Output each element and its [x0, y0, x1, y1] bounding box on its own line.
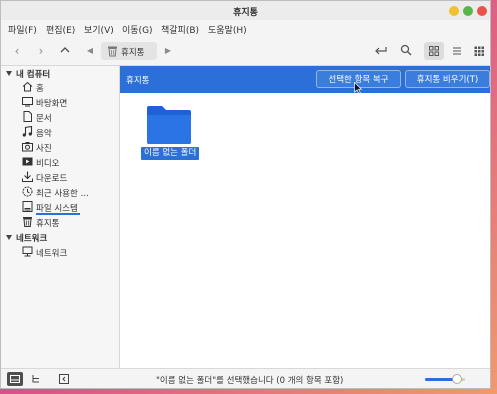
- up-icon[interactable]: [58, 44, 72, 58]
- path-right-icon[interactable]: ▶: [161, 44, 175, 58]
- section-label: 네트워크: [16, 234, 48, 244]
- trash-bar-label: 휴지통: [126, 76, 150, 86]
- recent-icon: [22, 186, 33, 197]
- drive-icon: [22, 201, 33, 212]
- music-icon: [22, 126, 33, 137]
- menu-bookmarks[interactable]: 책갈피(B): [161, 23, 199, 36]
- toggle-location-icon[interactable]: [374, 44, 388, 58]
- mouse-cursor-icon: [354, 82, 362, 94]
- minimize-button[interactable]: [449, 6, 459, 16]
- expand-triangle-icon: [6, 235, 12, 240]
- document-icon: [23, 111, 32, 122]
- title-bar[interactable]: 휴지통: [1, 1, 490, 20]
- location-label: 휴지통: [121, 48, 145, 58]
- list-view-icon: [453, 47, 461, 55]
- sidebar-item-label: 최근 사용한 …: [36, 189, 90, 199]
- trash-info-bar: 휴지통 선택한 항목 복구 휴지통 비우기(T): [120, 66, 490, 93]
- sidebar-section-my-computer[interactable]: 내 컴퓨터: [6, 68, 50, 80]
- icon-view-button[interactable]: [424, 42, 444, 60]
- list-view-button[interactable]: [447, 42, 467, 60]
- section-label: 내 컴퓨터: [16, 70, 51, 80]
- empty-trash-button[interactable]: 휴지통 비우기(T): [405, 70, 490, 88]
- menu-file[interactable]: 파일(F): [8, 23, 37, 36]
- trash-icon: [108, 46, 117, 57]
- sidebar-section-network[interactable]: 네트워크: [6, 232, 47, 244]
- compact-view-button[interactable]: [469, 42, 489, 60]
- menu-view[interactable]: 보기(V): [84, 23, 114, 36]
- menu-go[interactable]: 이동(G): [122, 23, 153, 36]
- home-icon: [22, 81, 33, 92]
- video-icon: [22, 157, 33, 166]
- grid-view-icon: [429, 46, 439, 56]
- trash-icon: [23, 217, 32, 227]
- status-bar: "이름 없는 폴더"를 선택했습니다 (0 개의 항목 포함): [1, 368, 490, 388]
- path-left-icon[interactable]: ◀: [83, 44, 97, 58]
- sidebar-item-label: 비디오: [36, 159, 60, 169]
- folder-icon: [147, 106, 191, 144]
- disk-usage-bar: [36, 213, 80, 215]
- sidebar-item-label: 사진: [36, 144, 52, 154]
- sidebar-item-label: 휴지통: [36, 219, 60, 229]
- close-button[interactable]: [477, 6, 487, 16]
- sidebar-places-toggle[interactable]: [7, 372, 23, 386]
- sidebar: 내 컴퓨터 홈 바탕화면 문서 음악 사진 비디오 다운로드 최근 사용한 … …: [1, 66, 120, 368]
- sidebar-item-label: 문서: [36, 114, 52, 124]
- zoom-slider[interactable]: [425, 374, 465, 384]
- collapse-icon: [59, 374, 69, 384]
- sidebar-item-label: 바탕화면: [36, 99, 68, 109]
- menu-help[interactable]: 도움말(H): [208, 23, 247, 36]
- camera-icon: [22, 142, 33, 152]
- menu-bar: 파일(F) 편집(E) 보기(V) 이동(G) 책갈피(B) 도움말(H): [1, 20, 490, 37]
- expand-triangle-icon: [6, 71, 12, 76]
- status-text: "이름 없는 폴더"를 선택했습니다 (0 개의 항목 포함): [156, 376, 344, 386]
- file-manager-window: 휴지통 파일(F) 편집(E) 보기(V) 이동(G) 책갈피(B) 도움말(H…: [0, 0, 491, 389]
- file-name: 이름 없는 폴더: [141, 147, 200, 160]
- tree-icon: [32, 375, 39, 383]
- file-view[interactable]: 휴지통 선택한 항목 복구 휴지통 비우기(T) 이름 없는 폴더: [120, 66, 490, 368]
- places-icon: [10, 375, 20, 383]
- network-icon: [22, 246, 33, 257]
- toolbar: ‹ › ◀ 휴지통 ▶: [1, 37, 490, 66]
- sidebar-item-label: 다운로드: [36, 174, 68, 184]
- sidebar-item-label: 홈: [36, 84, 44, 94]
- sidebar-item-label: 음악: [36, 129, 52, 139]
- sidebar-tree-toggle[interactable]: [28, 372, 44, 386]
- menu-edit[interactable]: 편집(E): [46, 23, 75, 36]
- maximize-button[interactable]: [463, 6, 473, 16]
- sidebar-item-label: 네트워크: [36, 249, 68, 259]
- search-icon[interactable]: [399, 44, 413, 58]
- back-icon[interactable]: ‹: [10, 44, 24, 58]
- desktop-icon: [22, 97, 33, 107]
- window-title: 휴지통: [233, 8, 258, 18]
- download-icon: [22, 171, 33, 182]
- compact-view-icon: [474, 46, 484, 56]
- forward-icon[interactable]: ›: [34, 44, 48, 58]
- hide-sidebar-button[interactable]: [56, 372, 72, 386]
- zoom-slider-handle[interactable]: [452, 374, 462, 384]
- location-button[interactable]: 휴지통: [101, 42, 157, 60]
